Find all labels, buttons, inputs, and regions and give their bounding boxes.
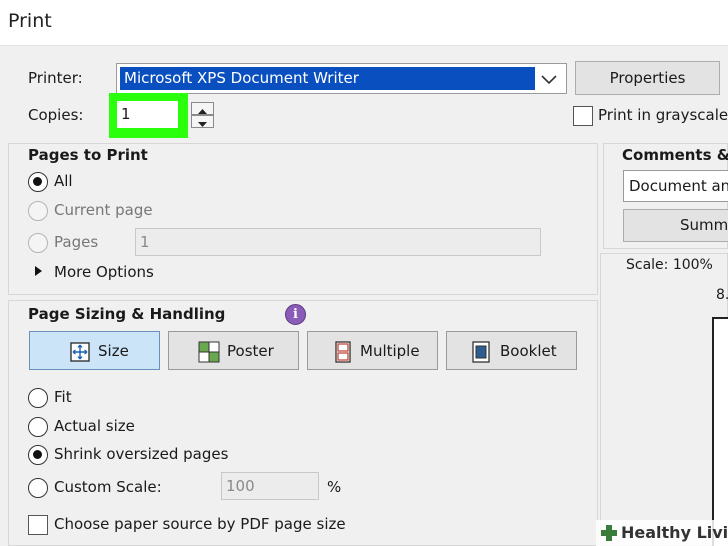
chevron-down-icon[interactable] — [538, 68, 560, 90]
copies-decrement-button[interactable] — [191, 115, 214, 128]
percent-label: % — [327, 478, 342, 496]
multiple-mode-button[interactable]: Multiple — [307, 331, 438, 370]
pages-range-radio[interactable] — [28, 233, 48, 253]
pages-range-input[interactable]: 1 — [135, 228, 541, 256]
fit-radio[interactable] — [28, 388, 48, 408]
booklet-mode-label: Booklet — [500, 342, 557, 360]
multiple-mode-label: Multiple — [360, 342, 420, 360]
preview-panel — [600, 253, 728, 546]
size-icon — [70, 342, 90, 362]
expand-triangle-icon[interactable] — [32, 265, 44, 277]
shrink-oversized-radio[interactable] — [28, 445, 48, 465]
comments-heading: Comments & F — [622, 146, 728, 164]
watermark-text: Healthy Living — [621, 523, 728, 542]
size-mode-label: Size — [98, 342, 129, 360]
current-page-radio[interactable] — [28, 201, 48, 221]
preview-page — [712, 317, 728, 546]
copies-label: Copies: — [28, 106, 84, 124]
custom-scale-input[interactable]: 100 — [221, 472, 319, 500]
info-icon[interactable]: i — [285, 304, 306, 325]
window-title: Print — [8, 10, 52, 32]
pages-to-print-heading: Pages to Print — [28, 146, 148, 164]
poster-icon — [198, 341, 220, 363]
poster-mode-label: Poster — [227, 342, 274, 360]
poster-mode-button[interactable]: Poster — [168, 331, 299, 370]
printer-selected-value: Microsoft XPS Document Writer — [120, 67, 535, 90]
all-pages-radio[interactable] — [28, 172, 48, 192]
booklet-mode-button[interactable]: Booklet — [446, 331, 577, 370]
preview-page-size: 8. — [716, 287, 728, 303]
more-options-link[interactable]: More Options — [54, 263, 154, 281]
custom-scale-radio[interactable] — [28, 478, 48, 498]
plus-logo-icon — [601, 525, 617, 541]
custom-scale-label: Custom Scale: — [54, 478, 162, 496]
shrink-oversized-label: Shrink oversized pages — [54, 445, 229, 463]
summarize-button[interactable]: Summ — [623, 209, 728, 242]
actual-size-radio[interactable] — [28, 417, 48, 437]
current-page-label: Current page — [54, 201, 153, 219]
watermark: Healthy Living — [596, 520, 728, 546]
copies-input[interactable]: 1 — [117, 101, 178, 128]
fit-label: Fit — [54, 388, 72, 406]
copies-increment-button[interactable] — [191, 102, 214, 115]
comments-select[interactable]: Document and — [623, 170, 728, 202]
all-pages-label: All — [54, 172, 73, 190]
paper-source-checkbox[interactable] — [28, 515, 48, 535]
grayscale-label: Print in grayscale ( — [598, 106, 728, 124]
preview-scale-label: Scale: 100% — [626, 257, 713, 273]
printer-select[interactable]: Microsoft XPS Document Writer — [116, 63, 567, 94]
multiple-icon — [335, 341, 351, 363]
printer-label: Printer: — [28, 69, 83, 87]
title-bar — [0, 0, 728, 46]
page-sizing-heading: Page Sizing & Handling — [28, 305, 226, 323]
triangle-down-icon — [198, 122, 207, 127]
properties-button[interactable]: Properties — [575, 61, 720, 95]
size-mode-button[interactable]: Size — [29, 331, 160, 370]
pages-range-label: Pages — [54, 233, 99, 251]
actual-size-label: Actual size — [54, 417, 135, 435]
paper-source-label: Choose paper source by PDF page size — [54, 515, 346, 533]
booklet-icon — [472, 341, 490, 363]
grayscale-checkbox[interactable] — [573, 106, 593, 126]
